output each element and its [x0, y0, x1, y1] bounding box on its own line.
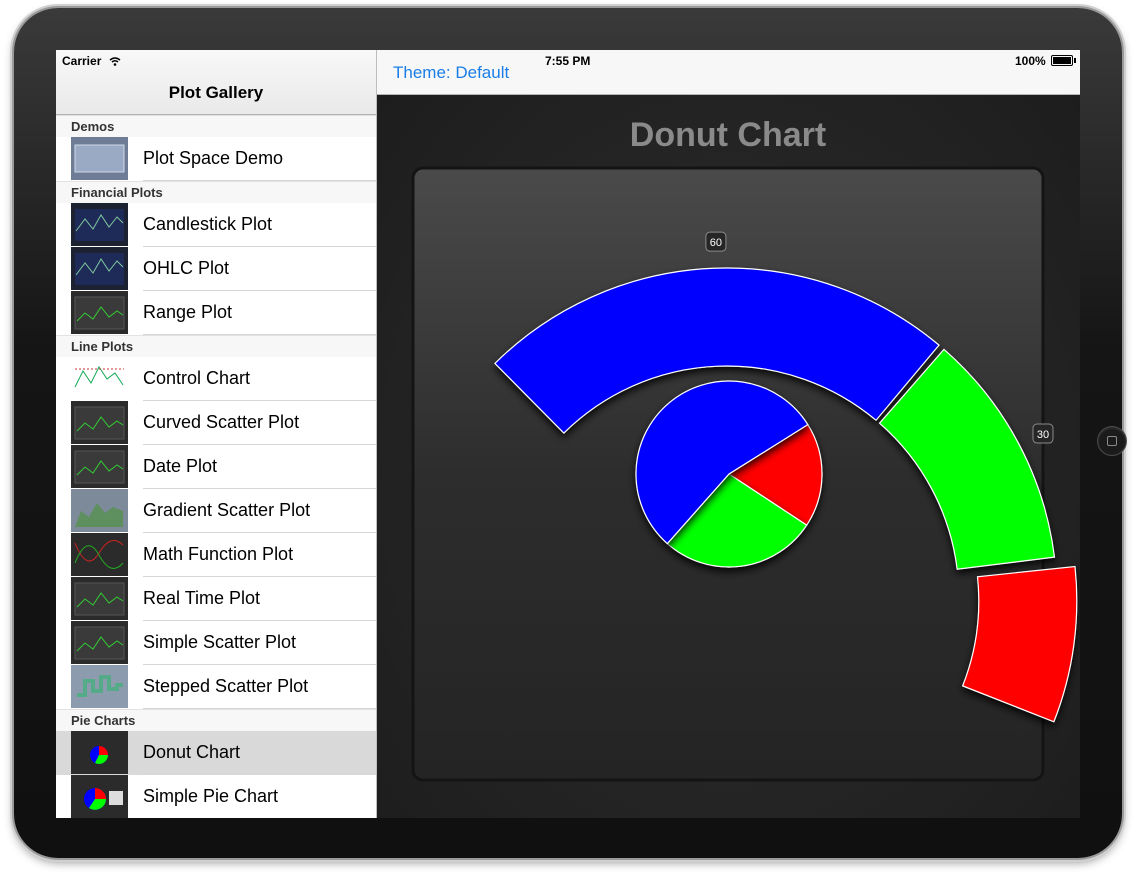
- plot-list: Demos Plot Space Demo Financial Plots Candl…: [56, 115, 376, 818]
- list-item[interactable]: Candlestick Plot: [56, 203, 376, 247]
- list-item-label: Simple Pie Chart: [143, 786, 279, 806]
- pie-thumb: [71, 775, 128, 818]
- list-item-label: Candlestick Plot: [143, 214, 273, 234]
- list-item[interactable]: Control Chart: [56, 357, 376, 401]
- list-item-label: OHLC Plot: [143, 258, 230, 278]
- screen: Carrier Plot Gallery Demos Plot Space Dem…: [56, 50, 1080, 818]
- list-item-label: Simple Scatter Plot: [143, 632, 297, 652]
- list-item-label: Date Plot: [143, 456, 218, 476]
- stepped-thumb: [71, 665, 128, 708]
- home-button[interactable]: [1097, 426, 1127, 456]
- list-item[interactable]: Date Plot: [56, 445, 376, 489]
- section-header: Line Plots: [56, 335, 376, 357]
- donut-thumb: [71, 731, 128, 774]
- section-header: Pie Charts: [56, 709, 376, 731]
- row-separator: [143, 708, 376, 709]
- candlestick-thumb: [71, 203, 128, 246]
- list-item[interactable]: Stepped Scatter Plot: [56, 665, 376, 709]
- carrier-label: Carrier: [62, 54, 102, 68]
- list-item[interactable]: OHLC Plot: [56, 247, 376, 291]
- section-header: Demos: [56, 115, 376, 137]
- list-item-label: Real Time Plot: [143, 588, 261, 608]
- detail-pane: Theme: Default 7:55 PM 100% Donut Chart …: [377, 50, 1080, 818]
- slice-value-label: 60: [705, 231, 727, 252]
- math-thumb: [71, 533, 128, 576]
- ohlc-thumb: [71, 247, 128, 290]
- date-thumb: [71, 445, 128, 488]
- list-item-label: Range Plot: [143, 302, 233, 322]
- row-separator: [143, 180, 376, 181]
- list-item[interactable]: Range Plot: [56, 291, 376, 335]
- list-item-label: Control Chart: [143, 368, 251, 388]
- list-item[interactable]: Math Function Plot: [56, 533, 376, 577]
- master-nav-bar: Carrier Plot Gallery: [56, 50, 376, 115]
- list-item-label: Donut Chart: [143, 742, 241, 762]
- slice-value-label: 30: [1032, 423, 1054, 444]
- carrier-status: Carrier: [62, 54, 121, 68]
- list-item[interactable]: Donut Chart: [56, 731, 376, 775]
- plot-space-thumb: [71, 137, 128, 180]
- list-item-label: Math Function Plot: [143, 544, 294, 564]
- range-thumb: [71, 291, 128, 334]
- list-item-label: Stepped Scatter Plot: [143, 676, 309, 696]
- list-item-label: Gradient Scatter Plot: [143, 500, 311, 520]
- list-item[interactable]: Simple Pie Chart: [56, 775, 376, 818]
- list-item[interactable]: Curved Scatter Plot: [56, 401, 376, 445]
- list-item[interactable]: Plot Space Demo: [56, 137, 376, 181]
- master-title: Plot Gallery: [168, 83, 264, 102]
- wifi-icon: [109, 57, 121, 67]
- list-item[interactable]: Real Time Plot: [56, 577, 376, 621]
- section-header: Financial Plots: [56, 181, 376, 203]
- list-item-label: Curved Scatter Plot: [143, 412, 300, 432]
- slice-value-text: 30: [1037, 429, 1049, 441]
- chart-title: Donut Chart: [630, 116, 826, 154]
- list-item-label: Plot Space Demo: [143, 148, 284, 168]
- list-item[interactable]: Gradient Scatter Plot: [56, 489, 376, 533]
- slice-value-text: 60: [710, 237, 722, 249]
- row-separator: [143, 334, 376, 335]
- donut-chart: Donut Chart 603020: [411, 116, 1078, 782]
- gradient-thumb: [71, 489, 128, 532]
- simple-scatter-thumb: [71, 621, 128, 664]
- master-pane: Carrier Plot Gallery Demos Plot Space Dem…: [56, 50, 377, 818]
- control-thumb: [71, 357, 128, 400]
- curved-thumb: [71, 401, 128, 444]
- realtime-thumb: [71, 577, 128, 620]
- list-item[interactable]: Simple Scatter Plot: [56, 621, 376, 665]
